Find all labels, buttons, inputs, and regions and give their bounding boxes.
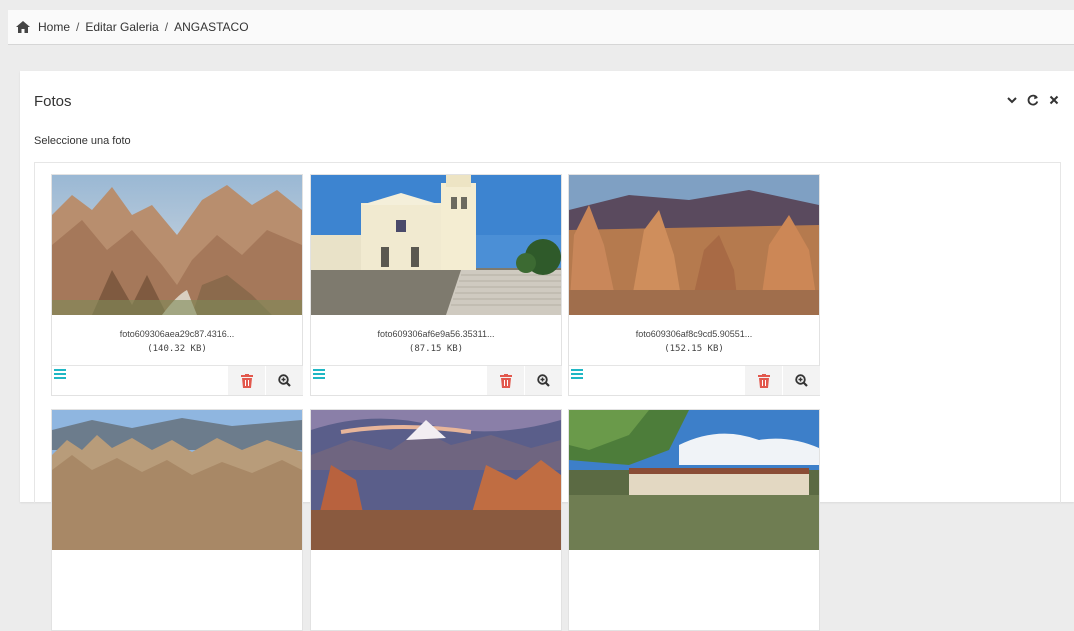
photos-panel: Fotos Seleccione una foto foto609306aea2… [20, 71, 1074, 631]
zoom-in-icon [278, 374, 291, 387]
photo-thumbnail[interactable] [569, 410, 819, 550]
trash-icon [499, 373, 512, 388]
photo-card[interactable] [310, 409, 562, 631]
photo-filesize: (87.15 KB) [408, 344, 464, 354]
zoom-photo-button[interactable] [266, 366, 303, 395]
breadcrumb-current: ANGASTACO [174, 20, 249, 34]
photo-card[interactable] [51, 409, 303, 631]
photo-filename: foto609306af6e9a56.35311... [377, 329, 495, 339]
panel-tools [1006, 94, 1060, 106]
photo-filesize: (140.32 KB) [147, 344, 207, 354]
breadcrumb-separator: / [164, 20, 169, 34]
breadcrumb: Home / Editar Galeria / ANGASTACO [8, 10, 1074, 45]
drag-handle-icon[interactable] [571, 367, 583, 379]
zoom-photo-button[interactable] [783, 366, 820, 395]
zoom-photo-button[interactable] [525, 366, 562, 395]
delete-photo-button[interactable] [228, 366, 265, 395]
photo-thumbnail[interactable] [569, 175, 819, 315]
photo-image [52, 175, 302, 315]
photo-gallery: foto609306aea29c87.4316... (140.32 KB) f… [34, 162, 1061, 631]
photo-filesize: (152.15 KB) [664, 344, 724, 354]
close-icon[interactable] [1048, 94, 1060, 106]
breadcrumb-editar-galeria-link[interactable]: Editar Galeria [85, 20, 158, 34]
photo-image [311, 410, 561, 550]
photo-image [569, 175, 819, 315]
photo-thumbnail[interactable] [311, 175, 561, 315]
home-icon[interactable] [16, 21, 30, 33]
photo-card[interactable]: foto609306af8c9cd5.90551... (152.15 KB) [568, 174, 820, 396]
photo-image [569, 410, 819, 550]
zoom-in-icon [795, 374, 808, 387]
photo-image [311, 175, 561, 315]
zoom-in-icon [537, 374, 550, 387]
panel-title: Fotos [34, 93, 72, 110]
photo-thumbnail[interactable] [52, 410, 302, 550]
trash-icon [240, 373, 253, 388]
refresh-icon[interactable] [1027, 94, 1039, 106]
delete-photo-button[interactable] [487, 366, 524, 395]
photo-filename: foto609306aea29c87.4316... [119, 329, 235, 339]
photo-filename: foto609306af8c9cd5.90551... [635, 329, 753, 339]
select-photo-prompt: Seleccione una foto [34, 135, 131, 147]
delete-photo-button[interactable] [745, 366, 782, 395]
drag-handle-icon[interactable] [313, 367, 325, 379]
photo-card[interactable]: foto609306aea29c87.4316... (140.32 KB) [51, 174, 303, 396]
drag-handle-icon[interactable] [54, 367, 66, 379]
breadcrumb-separator: / [76, 20, 80, 34]
trash-icon [757, 373, 770, 388]
photo-card[interactable] [568, 409, 820, 631]
chevron-down-icon[interactable] [1006, 94, 1018, 106]
photo-thumbnail[interactable] [311, 410, 561, 550]
photo-card[interactable]: foto609306af6e9a56.35311... (87.15 KB) [310, 174, 562, 396]
breadcrumb-home-link[interactable]: Home [38, 20, 70, 34]
photo-image [52, 410, 302, 550]
photo-thumbnail[interactable] [52, 175, 302, 315]
